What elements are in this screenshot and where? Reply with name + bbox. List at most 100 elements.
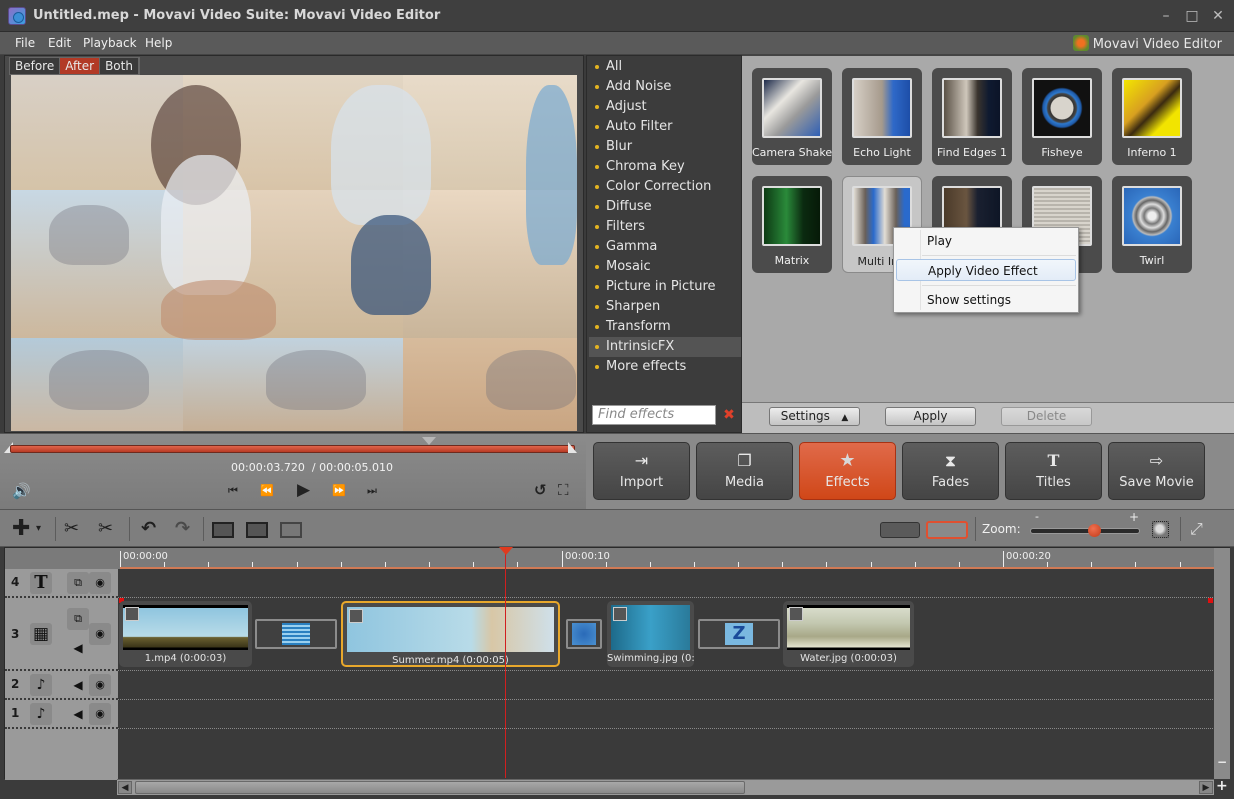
visibility-eye-icon[interactable]: ◉ xyxy=(89,703,111,725)
clip-swimming-jpg[interactable]: Swimming.jpg (0:... xyxy=(607,601,694,667)
import-button[interactable]: ⇥ Import xyxy=(593,442,690,500)
transition-3[interactable]: Z xyxy=(698,619,780,649)
volume-icon[interactable]: 🔊 xyxy=(12,482,31,500)
fast-forward-button[interactable]: ⏩ xyxy=(332,484,346,497)
split-all-icon[interactable]: ✂ xyxy=(98,518,113,540)
hide-overlay-icon[interactable]: ⧉ xyxy=(67,608,89,630)
context-play[interactable]: Play xyxy=(896,230,1076,252)
crop-icon[interactable]: ⛶ xyxy=(558,481,569,499)
minimize-button[interactable]: – xyxy=(1158,8,1174,24)
category-chroma-key[interactable]: Chroma Key xyxy=(589,157,741,177)
category-gamma[interactable]: Gamma xyxy=(589,237,741,257)
category-all[interactable]: All xyxy=(589,57,741,77)
clip-duration-icon[interactable] xyxy=(280,522,302,538)
effect-fisheye[interactable]: Fisheye xyxy=(1022,68,1102,165)
menu-edit[interactable]: Edit xyxy=(48,36,71,50)
apply-button[interactable]: Apply xyxy=(885,407,976,426)
track-height-minus[interactable]: − xyxy=(1217,755,1227,769)
category-auto-filter[interactable]: Auto Filter xyxy=(589,117,741,137)
clip-1-mp4[interactable]: 1.mp4 (0:00:03) xyxy=(119,601,252,667)
tab-both[interactable]: Both xyxy=(100,58,139,74)
fades-button[interactable]: ⧗ Fades xyxy=(902,442,999,500)
playhead[interactable] xyxy=(505,548,506,778)
effect-camera-shake[interactable]: Camera Shake xyxy=(752,68,832,165)
clip-properties-icon[interactable] xyxy=(246,522,268,538)
effect-find-edges-1[interactable]: Find Edges 1 xyxy=(932,68,1012,165)
menu-help[interactable]: Help xyxy=(145,36,172,50)
save-movie-button[interactable]: ⇨ Save Movie xyxy=(1108,442,1205,500)
scrollbar-thumb[interactable] xyxy=(135,781,745,794)
zoom-slider[interactable] xyxy=(1030,528,1140,534)
split-icon[interactable]: ✂ xyxy=(64,518,79,540)
delete-button[interactable]: Delete xyxy=(1001,407,1092,426)
visibility-eye-icon[interactable]: ◉ xyxy=(89,623,111,645)
redo-icon[interactable]: ↷ xyxy=(175,518,190,540)
hide-overlay-icon[interactable]: ⧉ xyxy=(67,572,89,594)
go-to-start-button[interactable]: ⏮ xyxy=(228,484,238,498)
mute-icon[interactable]: ◀ xyxy=(67,703,89,725)
undo-icon[interactable]: ↶ xyxy=(141,518,156,540)
scroll-left-arrow[interactable]: ◀ xyxy=(118,781,132,794)
rewind-button[interactable]: ⏪ xyxy=(260,484,274,497)
add-dropdown-arrow-icon[interactable]: ▾ xyxy=(36,518,41,540)
go-to-end-button[interactable]: ⏭ xyxy=(367,484,377,498)
clip-summer-mp4[interactable]: Summer.mp4 (0:00:05) xyxy=(341,601,560,667)
context-show-settings[interactable]: Show settings xyxy=(896,289,1076,311)
category-filters[interactable]: Filters xyxy=(589,217,741,237)
tab-after[interactable]: After xyxy=(60,58,101,74)
visibility-eye-icon[interactable]: ◉ xyxy=(89,572,111,594)
rotate-icon[interactable]: ↺ xyxy=(534,481,547,499)
fullscreen-icon[interactable]: ⤢ xyxy=(1190,518,1203,540)
play-button[interactable]: ▶ xyxy=(297,480,310,500)
settings-button[interactable]: Settings ▲ xyxy=(769,407,860,426)
video-preview[interactable] xyxy=(11,75,577,431)
effect-inferno-1[interactable]: Inferno 1 xyxy=(1112,68,1192,165)
effect-twirl[interactable]: Twirl xyxy=(1112,176,1192,273)
find-effects-input[interactable]: Find effects xyxy=(592,405,716,425)
audio-clip-icon[interactable] xyxy=(212,522,234,538)
time-ruler[interactable]: 00:00:00 00:00:10 00:00:20 xyxy=(120,548,1215,569)
transition-2[interactable] xyxy=(566,619,602,649)
category-color-correction[interactable]: Color Correction xyxy=(589,177,741,197)
seek-bar[interactable] xyxy=(10,445,575,453)
context-apply-video-effect[interactable]: Apply Video Effect xyxy=(896,259,1076,281)
transition-1[interactable] xyxy=(255,619,337,649)
media-button[interactable]: ❐ Media xyxy=(696,442,793,500)
trim-end-handle[interactable] xyxy=(568,442,577,453)
storyboard-view-button[interactable] xyxy=(880,522,920,538)
category-more-effects[interactable]: More effects xyxy=(589,357,741,377)
category-add-noise[interactable]: Add Noise xyxy=(589,77,741,97)
scroll-right-arrow[interactable]: ▶ xyxy=(1199,781,1213,794)
playhead-handle[interactable] xyxy=(499,547,513,555)
visibility-eye-icon[interactable]: ◉ xyxy=(89,674,111,696)
effects-button[interactable]: ★ Effects xyxy=(799,442,896,500)
close-button[interactable]: ✕ xyxy=(1210,8,1226,24)
category-picture-in-picture[interactable]: Picture in Picture xyxy=(589,277,741,297)
category-intrinsicfx[interactable]: IntrinsicFX xyxy=(589,337,741,357)
tab-before[interactable]: Before xyxy=(10,58,61,74)
zoom-slider-thumb[interactable] xyxy=(1088,524,1101,537)
category-sharpen[interactable]: Sharpen xyxy=(589,297,741,317)
category-blur[interactable]: Blur xyxy=(589,137,741,157)
mute-icon[interactable]: ◀ xyxy=(67,674,89,696)
timeline-view-button[interactable] xyxy=(926,521,968,539)
add-icon[interactable]: ✚ xyxy=(12,518,30,540)
titles-button[interactable]: T Titles xyxy=(1005,442,1102,500)
category-transform[interactable]: Transform xyxy=(589,317,741,337)
clear-search-icon[interactable]: ✖ xyxy=(722,408,736,422)
maximize-button[interactable]: □ xyxy=(1184,8,1200,24)
seek-position-handle[interactable] xyxy=(422,437,436,445)
track-area[interactable]: 1.mp4 (0:00:03) Summer.mp4 (0:00:05) Swi… xyxy=(118,569,1215,780)
track-height-plus[interactable]: + xyxy=(1216,778,1228,794)
menu-playback[interactable]: Playback xyxy=(83,36,137,50)
mute-icon[interactable]: ◀ xyxy=(67,637,89,659)
clip-water-jpg[interactable]: Water.jpg (0:00:03) xyxy=(783,601,914,667)
timeline-scrollbar[interactable]: ◀ ▶ xyxy=(117,779,1214,795)
effect-matrix[interactable]: Matrix xyxy=(752,176,832,273)
effect-echo-light[interactable]: Echo Light xyxy=(842,68,922,165)
menu-file[interactable]: File xyxy=(15,36,35,50)
category-mosaic[interactable]: Mosaic xyxy=(589,257,741,277)
zoom-to-fit-icon[interactable] xyxy=(1152,521,1169,538)
category-adjust[interactable]: Adjust xyxy=(589,97,741,117)
category-diffuse[interactable]: Diffuse xyxy=(589,197,741,217)
